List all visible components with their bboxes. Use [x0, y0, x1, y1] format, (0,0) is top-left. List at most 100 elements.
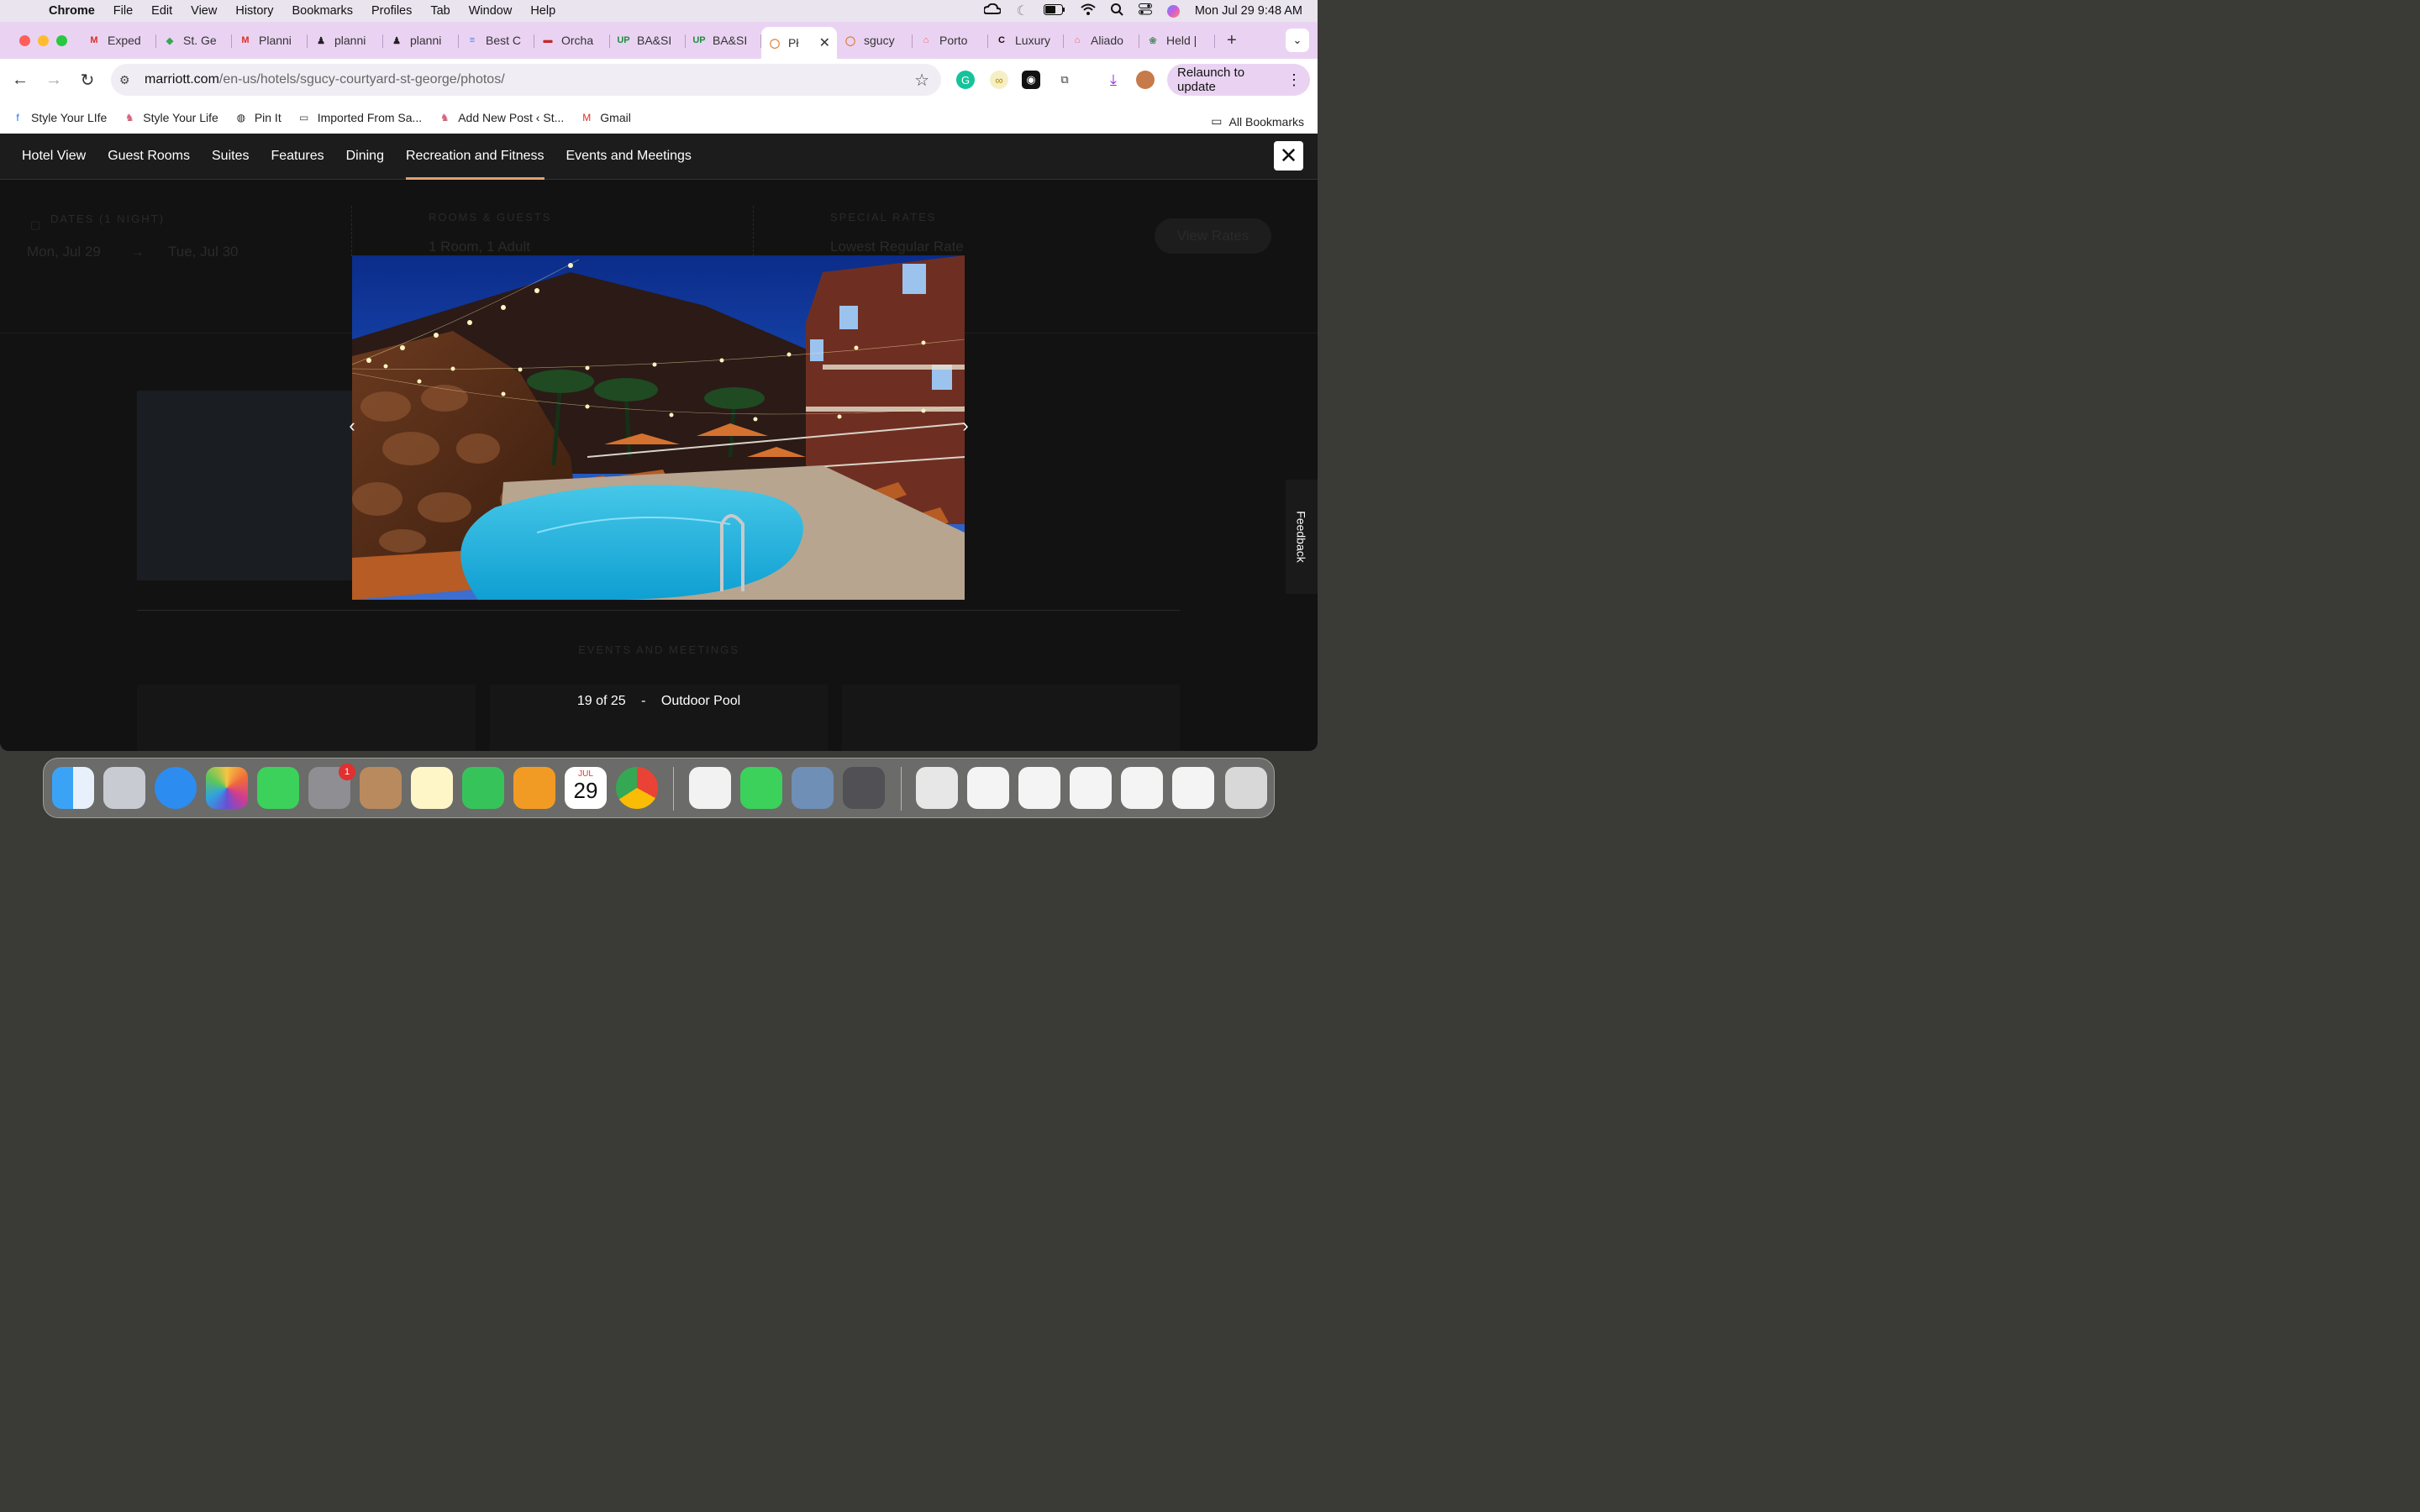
spotlight-search-icon[interactable] [1110, 3, 1123, 19]
safari-icon[interactable] [155, 767, 197, 809]
menubar-datetime[interactable]: Mon Jul 29 9:48 AM [1195, 4, 1302, 18]
new-tab-button[interactable]: + [1227, 31, 1237, 50]
do-not-disturb-icon[interactable]: ☾ [1016, 3, 1028, 19]
photo-category-tab[interactable]: Suites [212, 134, 249, 180]
honey-extension-icon[interactable]: ∞ [990, 71, 1008, 89]
all-bookmarks-button[interactable]: ▭ All Bookmarks [1211, 114, 1304, 129]
menu-view[interactable]: View [191, 4, 217, 18]
relaunch-to-update-button[interactable]: Relaunch to update ⋮ [1167, 64, 1310, 96]
menu-bookmarks[interactable]: Bookmarks [292, 4, 353, 18]
chrome-icon[interactable] [616, 767, 658, 809]
bookmark-item[interactable]: ▭ Imported From Sa... [297, 110, 422, 125]
creative-cloud-icon[interactable] [983, 3, 1002, 18]
messages-icon[interactable] [740, 767, 782, 809]
bookmark-item[interactable]: ♞ Add New Post ‹ St... [437, 110, 564, 125]
photo-category-tab[interactable]: Guest Rooms [108, 134, 190, 180]
browser-tab[interactable]: ◯ sgucy [837, 27, 913, 54]
more-menu-icon[interactable]: ⋮ [1286, 71, 1302, 89]
reload-icon[interactable]: ↻ [71, 70, 104, 91]
browser-tab[interactable]: ≡ Best C [459, 27, 534, 54]
recent-file-thumbnail[interactable] [967, 767, 1009, 809]
browser-tab[interactable]: UP BA&SI [610, 27, 686, 54]
menu-history[interactable]: History [235, 4, 273, 18]
pages-icon[interactable] [513, 767, 555, 809]
close-window-button[interactable] [19, 34, 30, 46]
menu-tab[interactable]: Tab [430, 4, 450, 18]
system-settings-icon[interactable]: 1 [308, 764, 355, 809]
photo-category-tab[interactable]: Dining [346, 134, 384, 180]
address-bar[interactable]: ⚙ marriott.com/en-us/hotels/sgucy-courty… [111, 64, 941, 96]
browser-tab[interactable]: ▬ Orcha [534, 27, 610, 54]
calculator-icon[interactable] [843, 767, 885, 809]
facetime-icon[interactable] [257, 767, 299, 809]
camera-extension-icon[interactable]: ◉ [1022, 71, 1040, 89]
menu-file[interactable]: File [113, 4, 133, 18]
bookmark-item[interactable]: M Gmail [579, 110, 631, 125]
browser-tab[interactable]: ❀ Held | [1139, 27, 1215, 54]
back-arrow-icon[interactable]: ← [3, 71, 37, 90]
photo-category-tab[interactable]: Events and Meetings [566, 134, 692, 180]
photo-category-tab[interactable]: Hotel View [22, 134, 86, 180]
grammarly-extension-icon[interactable]: G [956, 71, 975, 89]
section-heading: EVENTS AND MEETINGS [578, 643, 739, 656]
close-lightbox-button[interactable]: ✕ [1274, 141, 1303, 171]
bookmark-item[interactable]: ◍ Pin It [234, 110, 281, 125]
battery-icon[interactable] [1043, 3, 1065, 18]
tab-title: Held | [1166, 34, 1197, 47]
menu-help[interactable]: Help [530, 4, 555, 18]
tab-title: Luxury [1015, 34, 1051, 47]
recent-file-thumbnail[interactable] [1121, 767, 1163, 809]
browser-tab[interactable]: M Exped [81, 27, 156, 54]
browser-tab[interactable]: UP BA&SI [686, 27, 761, 54]
menu-app-name[interactable]: Chrome [49, 4, 95, 18]
photo-category-tab[interactable]: Recreation and Fitness [405, 134, 544, 180]
recent-file-thumbnail[interactable] [1070, 767, 1112, 809]
browser-tab[interactable]: ♟ planni [383, 27, 459, 54]
control-center-icon[interactable] [1138, 3, 1152, 18]
finder-icon[interactable] [52, 767, 94, 809]
recent-file-thumbnail[interactable] [1172, 767, 1214, 809]
wifi-icon[interactable] [1081, 3, 1096, 18]
siri-icon[interactable] [1166, 4, 1180, 18]
bookmark-star-icon[interactable]: ☆ [914, 70, 929, 91]
contacts-icon[interactable] [360, 767, 402, 809]
url-text[interactable]: marriott.com/en-us/hotels/sgucy-courtyar… [145, 72, 505, 87]
notes-icon[interactable] [411, 767, 453, 809]
browser-tab[interactable]: M Planni [232, 27, 308, 54]
launchpad-icon[interactable] [103, 767, 145, 809]
extensions-puzzle-icon[interactable]: ⧉ [1055, 71, 1074, 89]
download-icon[interactable]: ⤓ [1104, 71, 1123, 89]
profile-avatar[interactable] [1136, 71, 1155, 89]
browser-tab[interactable]: C Luxury [988, 27, 1064, 54]
numbers-icon[interactable] [462, 767, 504, 809]
calendar-icon[interactable]: JUL 29 [565, 767, 607, 809]
forward-arrow-icon[interactable]: → [37, 71, 71, 90]
bookmark-item[interactable]: f Style Your LIfe [10, 110, 107, 125]
browser-tab[interactable]: ♟ planni [308, 27, 383, 54]
recent-file-thumbnail[interactable] [1018, 767, 1060, 809]
previous-photo-chevron-icon[interactable]: ‹ [336, 410, 368, 442]
browser-tab[interactable]: ⌂ Aliado [1064, 27, 1139, 54]
feedback-tab[interactable]: Feedback [1286, 480, 1318, 594]
trash-icon[interactable] [1225, 767, 1267, 809]
preview-icon[interactable] [792, 767, 834, 809]
browser-tab[interactable]: ◯ Pł ✕ [761, 27, 837, 59]
zoom-window-button[interactable] [56, 34, 67, 46]
menu-window[interactable]: Window [469, 4, 513, 18]
close-tab-icon[interactable]: ✕ [819, 34, 830, 51]
menu-profiles[interactable]: Profiles [371, 4, 412, 18]
browser-tab[interactable]: ◆ St. Ge [156, 27, 232, 54]
browser-tab[interactable]: ⌂ Porto [913, 27, 988, 54]
news-icon[interactable] [689, 767, 731, 809]
photo-category-tab[interactable]: Features [271, 134, 324, 180]
recent-file-thumbnail[interactable] [916, 767, 958, 809]
feedback-label: Feedback [1295, 511, 1309, 563]
site-info-icon[interactable]: ⚙ [119, 73, 136, 87]
bookmark-item[interactable]: ♞ Style Your Life [122, 110, 218, 125]
menu-edit[interactable]: Edit [151, 4, 172, 18]
minimize-window-button[interactable] [38, 34, 49, 46]
bookmark-label: Style Your LIfe [31, 110, 108, 124]
tab-search-chevron-icon[interactable]: ⌄ [1286, 29, 1309, 52]
next-photo-chevron-icon[interactable]: › [950, 410, 981, 442]
photos-icon[interactable] [206, 767, 248, 809]
